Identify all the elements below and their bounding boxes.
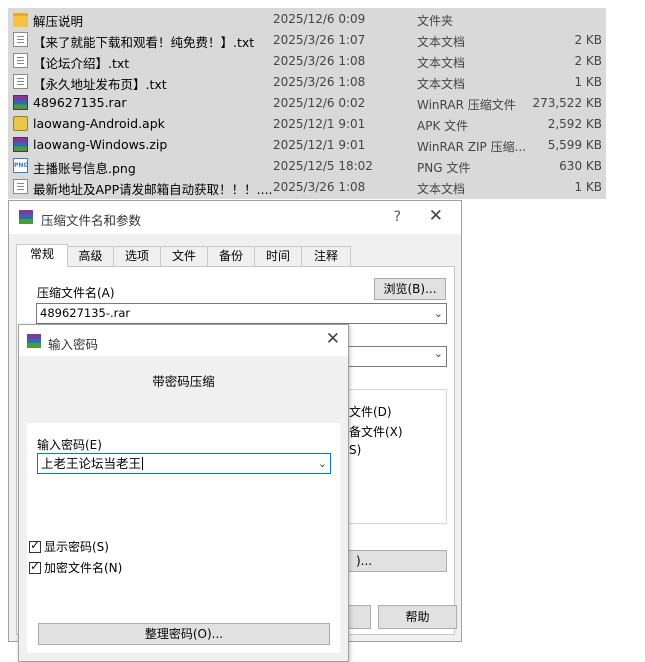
chevron-down-icon[interactable]: ⌄ (434, 304, 443, 323)
chevron-down-icon[interactable]: ⌄ (434, 347, 443, 360)
winrar-icon (19, 210, 33, 224)
file-type: 文本文档 (417, 77, 466, 91)
file-size: 1 KB (574, 180, 602, 194)
file-type: 文本文档 (417, 56, 466, 70)
password-dialog-heading: 带密码压缩 (152, 374, 215, 389)
browse-button[interactable]: 浏览(B)... (374, 278, 446, 300)
dialog-title: 压缩文件名和参数 (41, 213, 142, 228)
folder-icon (13, 13, 28, 27)
file-date: 2025/3/26 1:08 (273, 180, 366, 194)
text-file-icon (13, 179, 28, 194)
file-date: 2025/12/1 9:01 (273, 138, 366, 152)
password-dialog-title: 输入密码 (48, 337, 99, 352)
close-icon[interactable]: ✕ (429, 206, 443, 226)
tab-backup[interactable]: 备份 (207, 246, 255, 266)
profile-select[interactable]: ⌄ (347, 346, 447, 367)
file-name: 解压说明 (33, 14, 84, 29)
organize-passwords-button[interactable]: 整理密码(O)... (38, 623, 330, 645)
tab-general[interactable]: 常规 (16, 244, 68, 267)
file-type: 文件夹 (417, 14, 454, 28)
option-partial-2[interactable]: 备文件(X) (349, 423, 403, 440)
show-password-checkbox[interactable]: 显示密码(S) (29, 538, 109, 555)
file-name: 489627135.rar (33, 95, 127, 110)
file-type: 文本文档 (417, 35, 466, 49)
tab-time[interactable]: 时间 (254, 246, 302, 266)
file-size: 5,599 KB (547, 138, 602, 152)
file-row[interactable]: 【来了就能下载和观看！纯免费！】.txt 2025/3/26 1:07 文本文档 2 … (8, 29, 606, 50)
file-list: 解压说明 2025/12/6 0:09 文件夹 【来了就能下载和观看！纯免费！】.tx… (8, 8, 606, 199)
file-name: laowang-Windows.zip (33, 137, 168, 152)
file-row[interactable]: 【论坛介绍】.txt 2025/3/26 1:08 文本文档 2 KB (8, 50, 606, 71)
file-date: 2025/3/26 1:07 (273, 33, 366, 47)
text-file-icon (13, 32, 28, 47)
password-value: 上老王论坛当老王 (41, 456, 142, 471)
file-date: 2025/12/5 18:02 (273, 159, 373, 173)
file-row[interactable]: laowang-Windows.zip 2025/12/1 9:01 WinRAR … (8, 134, 606, 155)
file-type: WinRAR 压缩文件 (417, 98, 516, 112)
file-name: 最新地址及APP请发邮箱自动获取！！！.... (33, 182, 273, 197)
option-partial-1[interactable]: 文件(D) (349, 403, 392, 420)
file-name: 【论坛介绍】.txt (33, 56, 130, 71)
help-button[interactable]: 帮助 (378, 605, 457, 629)
file-size: 1 KB (574, 75, 602, 89)
tab-options[interactable]: 选项 (113, 246, 161, 266)
text-file-icon (13, 74, 28, 89)
archive-name-input[interactable]: 489627135-.rar ⌄ (36, 303, 447, 324)
file-type: APK 文件 (417, 119, 469, 133)
checkbox-checked-icon[interactable] (29, 559, 41, 574)
password-input[interactable]: 上老王论坛当老王 ⌄ (37, 453, 331, 474)
file-date: 2025/3/26 1:08 (273, 75, 366, 89)
text-file-icon (13, 53, 28, 68)
file-date: 2025/12/6 0:02 (273, 96, 366, 110)
file-row[interactable]: 最新地址及APP请发邮箱自动获取！！！.... 2025/3/26 1:08 文本文… (8, 176, 606, 197)
set-password-button[interactable]: )... (347, 550, 447, 572)
file-size: 273,522 KB (532, 96, 602, 110)
encrypt-file-names-label: 加密文件名(N) (44, 561, 123, 575)
winrar-icon (27, 334, 41, 348)
help-icon[interactable]: ? (394, 209, 401, 225)
file-name: 【来了就能下载和观看！纯免费！】.txt (33, 35, 255, 50)
archive-name-value: 489627135-.rar (40, 306, 131, 320)
apk-file-icon (13, 116, 28, 131)
file-row[interactable]: laowang-Android.apk 2025/12/1 9:01 APK 文件 2… (8, 113, 606, 134)
file-row[interactable]: 【永久地址发布页】.txt 2025/3/26 1:08 文本文档 1 KB (8, 71, 606, 92)
file-size: 2,592 KB (547, 117, 602, 131)
file-name: laowang-Android.apk (33, 116, 165, 131)
option-partial-3[interactable]: S) (349, 443, 361, 457)
file-type: PNG 文件 (417, 161, 471, 175)
file-date: 2025/12/6 0:09 (273, 12, 366, 26)
text-caret (142, 457, 144, 470)
file-name: 【永久地址发布页】.txt (33, 77, 167, 92)
tab-advanced[interactable]: 高级 (67, 246, 114, 266)
password-label: 输入密码(E) (37, 438, 102, 452)
file-name: 主播账号信息.png (33, 161, 136, 176)
file-size: 630 KB (559, 159, 602, 173)
file-date: 2025/12/1 9:01 (273, 117, 366, 131)
file-date: 2025/3/26 1:08 (273, 54, 366, 68)
chevron-down-icon[interactable]: ⌄ (318, 454, 327, 473)
show-password-label: 显示密码(S) (44, 540, 109, 554)
winrar-archive-icon (13, 95, 28, 110)
close-icon[interactable]: ✕ (326, 329, 340, 349)
file-size: 2 KB (574, 33, 602, 47)
password-dialog-titlebar: 输入密码 ✕ (19, 325, 348, 356)
enter-password-dialog: 输入密码 ✕ 带密码压缩 输入密码(E) 上老王论坛当老王 ⌄ 显示密码(S) … (18, 324, 349, 662)
tab-comment[interactable]: 注释 (301, 246, 351, 266)
tab-files[interactable]: 文件 (160, 246, 208, 266)
file-row[interactable]: 解压说明 2025/12/6 0:09 文件夹 (8, 8, 606, 29)
dialog-titlebar: 压缩文件名和参数 ? ✕ (9, 201, 461, 234)
file-size: 2 KB (574, 54, 602, 68)
file-type: WinRAR ZIP 压缩... (417, 140, 527, 154)
png-file-icon: PNG (13, 158, 28, 173)
archive-name-label: 压缩文件名(A) (37, 286, 115, 300)
file-row[interactable]: 489627135.rar 2025/12/6 0:02 WinRAR 压缩文件 27… (8, 92, 606, 113)
checkbox-checked-icon[interactable] (29, 538, 41, 553)
winrar-archive-icon (13, 137, 28, 152)
encrypt-file-names-checkbox[interactable]: 加密文件名(N) (29, 559, 122, 576)
file-type: 文本文档 (417, 182, 466, 196)
file-row[interactable]: PNG 主播账号信息.png 2025/12/5 18:02 PNG 文件 630 KB (8, 155, 606, 176)
